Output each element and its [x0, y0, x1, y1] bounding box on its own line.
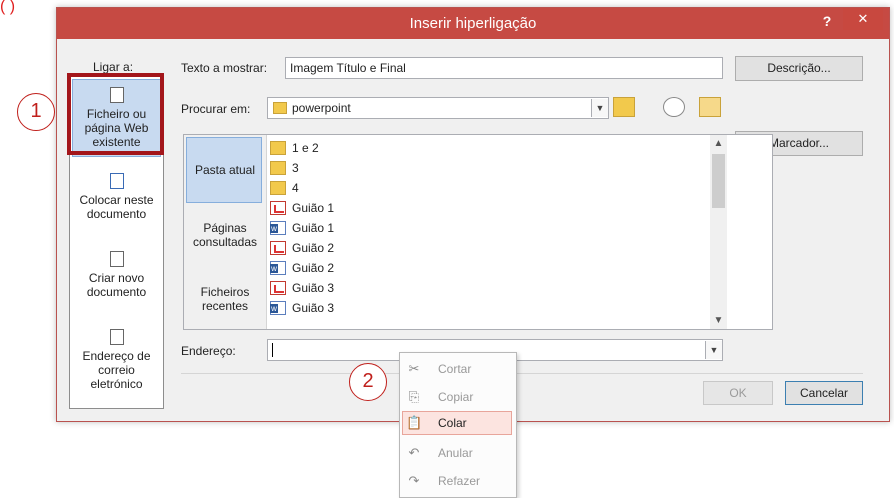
tab-browsed-pages[interactable]: Páginas — [184, 221, 266, 235]
folder-icon — [270, 180, 286, 195]
menu-item-cut[interactable]: ✂ Cortar — [400, 355, 514, 383]
title-bar: Inserir hiperligação ? ✕ — [57, 8, 889, 39]
menu-item-label: Copiar — [438, 390, 474, 404]
file-name: Guião 1 — [292, 201, 335, 215]
divider — [181, 373, 863, 374]
link-to-label-line: documento — [86, 285, 147, 299]
file-row[interactable]: Guião 2 — [270, 239, 690, 257]
look-in-value: powerpoint — [292, 101, 351, 115]
folder-icon — [270, 160, 286, 175]
cancel-button[interactable]: Cancelar — [785, 381, 863, 405]
corner-annotation: ( ) — [0, 0, 16, 15]
scroll-thumb[interactable] — [712, 154, 725, 208]
folder-icon — [273, 102, 287, 114]
file-row[interactable]: Guião 1 — [270, 199, 690, 217]
file-name: 3 — [292, 161, 299, 175]
folder-up-icon[interactable] — [613, 97, 635, 117]
link-to-place-in-document[interactable]: Colocar neste documento — [70, 167, 163, 237]
word-file-icon — [270, 260, 286, 275]
highlight-box — [67, 73, 164, 155]
close-button[interactable]: ✕ — [843, 8, 883, 30]
file-name: 4 — [292, 181, 299, 195]
file-name: 1 e 2 — [292, 141, 319, 155]
link-to-label-line: Colocar neste — [79, 193, 154, 207]
file-browser: Pasta atual Páginas consultadas Ficheiro… — [183, 134, 773, 330]
look-in-label: Procurar em: — [181, 102, 251, 116]
file-row[interactable]: 1 e 2 — [270, 139, 690, 157]
pdf-file-icon — [270, 240, 286, 255]
text-cursor — [272, 343, 273, 357]
place-in-document-icon — [110, 173, 124, 189]
file-row[interactable]: 4 — [270, 179, 690, 197]
file-row[interactable]: Guião 3 — [270, 299, 690, 317]
file-row[interactable]: Guião 3 — [270, 279, 690, 297]
browse-file-icon[interactable] — [699, 97, 721, 117]
word-file-icon — [270, 300, 286, 315]
browse-web-icon[interactable] — [663, 97, 685, 117]
callout-one: 1 — [17, 93, 55, 131]
menu-item-paste[interactable]: 📋 Colar — [400, 409, 514, 437]
file-list-scrollbar[interactable]: ▲ ▼ — [710, 135, 727, 329]
new-document-icon — [110, 251, 124, 267]
tab-current-folder[interactable]: Pasta atual — [184, 163, 266, 177]
scroll-down-icon[interactable]: ▼ — [710, 312, 727, 329]
dialog-title: Inserir hiperligação — [409, 15, 537, 32]
menu-item-redo[interactable]: ↷ Refazer — [400, 467, 514, 495]
look-in-combo[interactable]: powerpoint ▼ — [267, 97, 609, 119]
undo-icon: ↶ — [408, 445, 420, 460]
redo-icon: ↷ — [408, 473, 420, 488]
link-to-email-address[interactable]: Endereço de correio eletrónico — [70, 323, 163, 403]
chevron-down-icon[interactable]: ▼ — [705, 341, 722, 359]
browse-tabs: Pasta atual Páginas consultadas Ficheiro… — [184, 135, 267, 329]
link-to-label-line: eletrónico — [90, 377, 143, 391]
ok-button[interactable]: OK — [703, 381, 773, 405]
description-button[interactable]: Descrição... — [735, 56, 863, 81]
file-row[interactable]: Guião 1 — [270, 219, 690, 237]
menu-item-label: Colar — [438, 416, 467, 430]
menu-item-label: Cortar — [438, 362, 472, 376]
text-to-display-label: Texto a mostrar: — [181, 61, 268, 75]
copy-icon: ⎘ — [408, 389, 420, 404]
scissors-icon: ✂ — [408, 361, 420, 376]
context-menu: ✂ Cortar ⎘ Copiar 📋 Colar ↶ Anular ↷ Ref… — [399, 352, 517, 498]
clipboard-icon: 📋 — [406, 415, 423, 430]
link-to-label-line: correio — [98, 363, 135, 377]
scroll-up-icon[interactable]: ▲ — [710, 135, 727, 152]
menu-item-undo[interactable]: ↶ Anular — [400, 439, 514, 467]
word-file-icon — [270, 220, 286, 235]
text-to-display-input[interactable]: Imagem Título e Final — [285, 57, 723, 79]
email-address-icon — [110, 329, 124, 345]
link-to-new-document[interactable]: Criar novo documento — [70, 245, 163, 315]
menu-item-copy[interactable]: ⎘ Copiar — [400, 383, 514, 411]
link-to-heading: Ligar a: — [93, 60, 134, 74]
folder-icon — [270, 140, 286, 155]
callout-two: 2 — [349, 363, 387, 401]
link-to-label-line: documento — [86, 207, 147, 221]
tab-recent-files[interactable]: Ficheiros — [184, 285, 266, 299]
file-name: Guião 1 — [292, 221, 335, 235]
chevron-down-icon[interactable]: ▼ — [591, 99, 608, 117]
link-to-label-line: Endereço de — [82, 349, 151, 363]
file-row[interactable]: 3 — [270, 159, 690, 177]
tab-browsed-pages-line2[interactable]: consultadas — [184, 235, 266, 249]
file-name: Guião 2 — [292, 261, 335, 275]
menu-item-label: Anular — [438, 446, 473, 460]
menu-item-label: Refazer — [438, 474, 481, 488]
file-name: Guião 2 — [292, 241, 335, 255]
pdf-file-icon — [270, 200, 286, 215]
file-row[interactable]: Guião 2 — [270, 259, 690, 277]
link-to-label-line: Criar novo — [88, 271, 145, 285]
file-name: Guião 3 — [292, 281, 335, 295]
help-button[interactable]: ? — [815, 11, 839, 31]
file-name: Guião 3 — [292, 301, 335, 315]
tab-recent-files-line2[interactable]: recentes — [184, 299, 266, 313]
address-label: Endereço: — [181, 344, 236, 358]
pdf-file-icon — [270, 280, 286, 295]
